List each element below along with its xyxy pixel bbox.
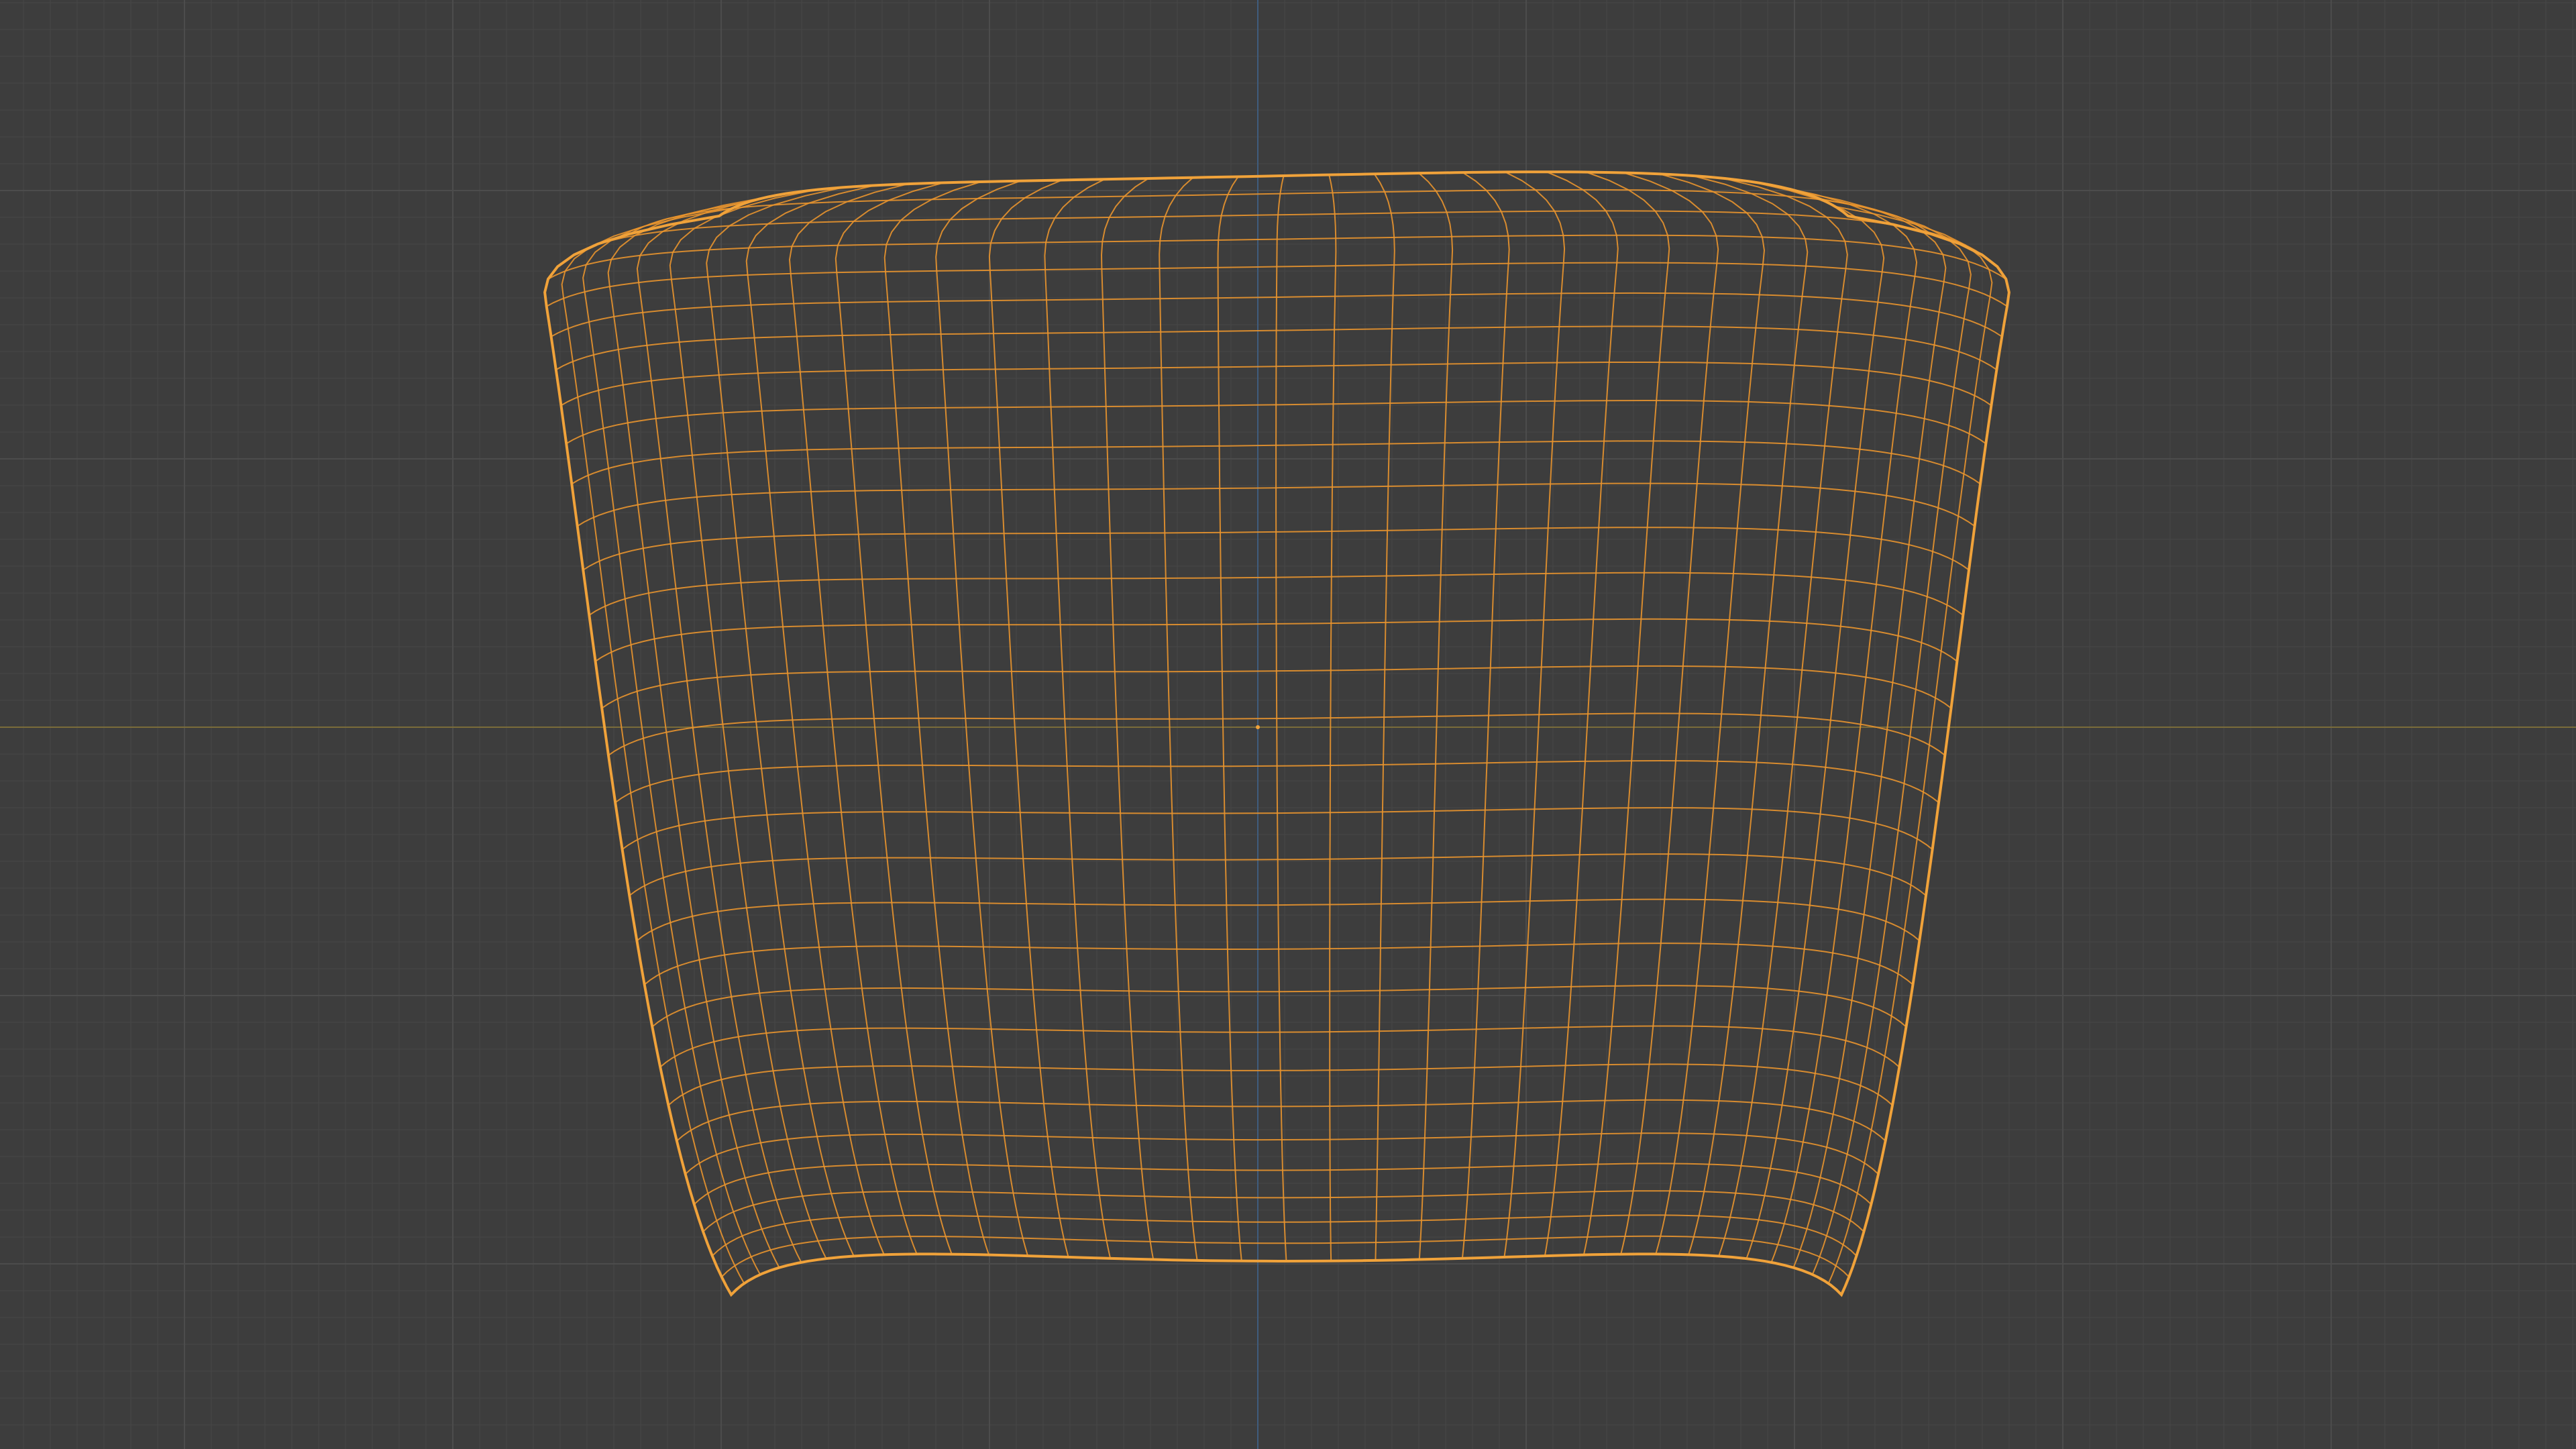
mesh-edge-vertical bbox=[745, 184, 885, 1255]
mesh-edge-vertical bbox=[669, 189, 827, 1259]
mesh-edge-vertical bbox=[561, 207, 745, 1284]
mesh-edge-vertical bbox=[1746, 180, 1885, 1259]
mesh-wireframe[interactable] bbox=[0, 0, 2576, 1449]
mesh-edge-vertical bbox=[1770, 185, 1918, 1263]
object-origin-point[interactable] bbox=[1256, 725, 1260, 729]
mesh-edge-vertical bbox=[636, 192, 802, 1263]
mesh-edge-vertical bbox=[1718, 177, 1848, 1256]
3d-viewport[interactable] bbox=[0, 0, 2576, 1449]
mesh-edge-vertical bbox=[1841, 215, 2010, 1295]
mesh-edges bbox=[544, 171, 2010, 1295]
mesh-edge-vertical bbox=[1827, 205, 1993, 1284]
mesh-edge-vertical bbox=[1792, 191, 1947, 1268]
mesh-edge-vertical bbox=[544, 215, 732, 1295]
